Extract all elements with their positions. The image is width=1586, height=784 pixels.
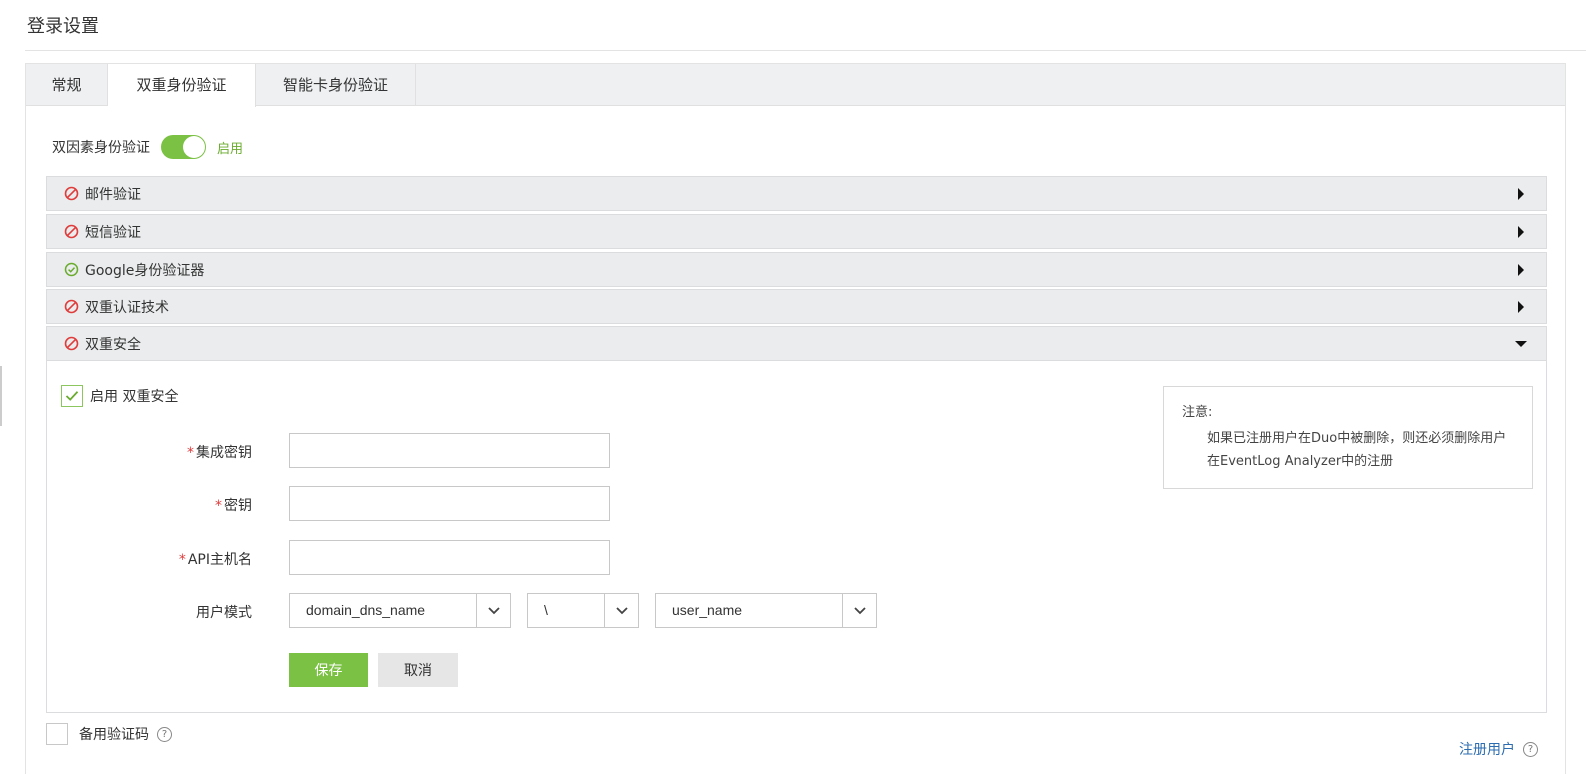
two-factor-label: 双因素身份验证 (52, 140, 150, 156)
accordion-email-verification[interactable]: 邮件验证 (46, 176, 1547, 211)
required-mark: * (178, 552, 186, 568)
disabled-icon (63, 299, 79, 315)
tab-two-factor-auth[interactable]: 双重身份验证 (108, 64, 256, 107)
chevron-down-icon (842, 594, 876, 627)
caret-right-icon (1514, 262, 1528, 278)
register-users-link[interactable]: 注册用户 (1459, 739, 1515, 759)
caret-right-icon (1514, 186, 1528, 202)
enabled-check-icon (63, 262, 79, 278)
api-hostname-input[interactable] (289, 540, 610, 575)
disabled-icon (63, 224, 79, 240)
domain-pattern-select[interactable]: domain_dns_name (289, 593, 511, 628)
select-value: user_name (672, 602, 743, 618)
checkmark-icon (65, 391, 79, 401)
integration-key-label: * 集成密钥 (187, 445, 252, 461)
help-icon[interactable]: ? (1523, 741, 1538, 757)
tab-smartcard-auth[interactable]: 智能卡身份验证 (256, 64, 416, 106)
tab-bar: 常规 双重身份验证 智能卡身份验证 (26, 64, 1565, 107)
user-name-select[interactable]: user_name (655, 593, 877, 628)
register-users-row[interactable]: 注册用户 ? (1459, 739, 1538, 759)
select-value: \ (544, 602, 548, 618)
accordion-sms-verification[interactable]: 短信验证 (46, 214, 1547, 249)
chevron-down-icon (604, 594, 638, 627)
toggle-knob (183, 136, 205, 158)
toggle-state-label: 启用 (217, 141, 244, 157)
enable-duo-checkbox[interactable] (61, 385, 83, 407)
disabled-icon (63, 336, 79, 352)
user-pattern-label: 用户模式 (196, 605, 252, 621)
disabled-icon (63, 186, 79, 202)
api-hostname-label: * API主机名 (178, 552, 252, 568)
enable-duo-row: 启用 双重安全 (61, 385, 178, 407)
settings-panel: 常规 双重身份验证 智能卡身份验证 双因素身份验证 启用 邮件验证 短信验证 G… (25, 63, 1566, 774)
separator-select[interactable]: \ (527, 593, 639, 628)
note-box: 注意: 如果已注册用户在Duo中被删除，则还必须删除用户在EventLog An… (1163, 386, 1533, 489)
secret-key-input[interactable] (289, 486, 610, 521)
select-value: domain_dns_name (306, 602, 426, 618)
left-edge-marker (0, 366, 2, 426)
secret-key-label: * 密钥 (215, 498, 252, 514)
chevron-down-icon (476, 594, 510, 627)
backup-codes-label: 备用验证码 (79, 727, 149, 743)
integration-key-input[interactable] (289, 433, 610, 468)
accordion-label: 邮件验证 (85, 186, 141, 203)
accordion-label: 双重安全 (85, 336, 141, 353)
accordion-google-authenticator[interactable]: Google身份验证器 (46, 252, 1547, 287)
save-button[interactable]: 保存 (289, 653, 368, 687)
two-factor-toggle-row: 双因素身份验证 启用 (52, 134, 243, 160)
caret-down-icon (1514, 336, 1528, 352)
caret-right-icon (1514, 224, 1528, 240)
page-title: 登录设置 (27, 16, 99, 37)
note-title: 注意: (1182, 405, 1213, 420)
title-divider (25, 50, 1586, 51)
two-factor-toggle[interactable] (161, 135, 206, 159)
required-mark: * (187, 445, 194, 461)
accordion-rsa-securid[interactable]: 双重认证技术 (46, 289, 1547, 324)
caret-right-icon (1514, 299, 1528, 315)
accordion-label: 短信验证 (85, 224, 141, 241)
note-text: 如果已注册用户在Duo中被删除，则还必须删除用户在EventLog Analyz… (1207, 431, 1507, 469)
duo-security-panel: 启用 双重安全 * 集成密钥 * 密钥 * API主机名 用户模式 domain_dn… (46, 361, 1547, 713)
accordion-duo-security[interactable]: 双重安全 (46, 326, 1547, 361)
enable-duo-label: 启用 双重安全 (90, 389, 179, 405)
cancel-button[interactable]: 取消 (378, 653, 458, 687)
required-mark: * (215, 498, 222, 514)
backup-codes-row: 备用验证码 ? (46, 723, 172, 745)
accordion-label: 双重认证技术 (85, 299, 169, 316)
backup-codes-checkbox[interactable] (46, 723, 68, 745)
tab-general[interactable]: 常规 (26, 64, 108, 106)
help-icon[interactable]: ? (157, 726, 172, 742)
accordion-label: Google身份验证器 (85, 262, 205, 279)
